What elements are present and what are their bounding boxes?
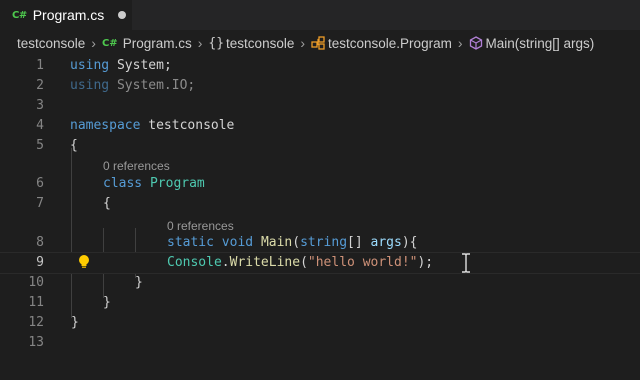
- method-icon: [469, 36, 483, 50]
- code-text: }: [103, 295, 111, 310]
- code-line[interactable]: 4 namespace testconsole: [0, 116, 640, 136]
- code-text: {: [103, 196, 111, 211]
- code-text: class Program: [103, 176, 205, 191]
- line-number: 2: [36, 78, 44, 93]
- tab-program-cs[interactable]: C# Program.cs: [0, 0, 132, 30]
- code-line[interactable]: 6 class Program: [0, 174, 640, 194]
- breadcrumb-separator: ›: [300, 35, 306, 51]
- code-line[interactable]: 13: [0, 333, 640, 353]
- namespace-icon: {}: [208, 35, 225, 51]
- class-icon: [311, 36, 325, 50]
- code-line[interactable]: 12 }: [0, 313, 640, 333]
- breadcrumb: testconsole › C# Program.cs › {} testcon…: [0, 30, 640, 56]
- line-number: 9: [36, 255, 44, 270]
- code-text: }: [135, 275, 143, 290]
- line-number: 4: [36, 118, 44, 133]
- lightbulb-icon[interactable]: [77, 254, 91, 270]
- code-text: Console.WriteLine("hello world!");: [167, 255, 434, 270]
- code-line[interactable]: 1 using System;: [0, 56, 640, 76]
- breadcrumb-item-namespace[interactable]: testconsole: [226, 36, 294, 51]
- breadcrumb-separator: ›: [197, 35, 203, 51]
- line-number: 8: [36, 235, 44, 250]
- code-line[interactable]: 8 static void Main(string[] args){: [0, 233, 640, 253]
- tab-label: Program.cs: [32, 7, 105, 23]
- csharp-file-icon: C#: [12, 9, 27, 21]
- code-line[interactable]: 7 {: [0, 194, 640, 214]
- breadcrumb-item-method[interactable]: Main(string[] args): [486, 36, 595, 51]
- code-line[interactable]: 2 using System.IO;: [0, 76, 640, 96]
- code-line[interactable]: 11 }: [0, 293, 640, 313]
- breadcrumb-item-folder[interactable]: testconsole: [17, 36, 85, 51]
- code-text: static void Main(string[] args){: [167, 235, 418, 250]
- code-text: using System.IO;: [70, 78, 196, 93]
- line-number: 5: [36, 138, 44, 153]
- line-number: 13: [28, 335, 44, 350]
- text-cursor-icon: [460, 253, 472, 273]
- codelens-references[interactable]: 0 references: [103, 157, 170, 175]
- line-number: 11: [28, 295, 44, 310]
- line-number: 6: [36, 176, 44, 191]
- code-line[interactable]: 10 }: [0, 273, 640, 293]
- code-line[interactable]: 3: [0, 96, 640, 116]
- breadcrumb-separator: ›: [457, 35, 463, 51]
- breadcrumb-separator: ›: [91, 35, 96, 51]
- breadcrumb-item-file[interactable]: Program.cs: [123, 36, 192, 51]
- code-text: {: [70, 138, 78, 153]
- code-editor[interactable]: 1 using System; 2 using System.IO; 3 4 n…: [0, 56, 640, 380]
- code-text: }: [71, 315, 79, 330]
- unsaved-dot-icon[interactable]: [118, 11, 127, 19]
- csharp-file-icon: C#: [101, 37, 118, 49]
- code-text: using System;: [70, 58, 172, 73]
- line-number: 7: [36, 196, 44, 211]
- line-number: 1: [36, 58, 44, 73]
- code-text: namespace testconsole: [70, 118, 235, 133]
- breadcrumb-item-class[interactable]: testconsole.Program: [328, 36, 452, 51]
- tab-bar: C# Program.cs: [0, 0, 640, 30]
- code-line[interactable]: 5 {: [0, 136, 640, 156]
- code-line-current[interactable]: 9 Console.WriteLine("hello world!");: [0, 252, 640, 274]
- line-number: 10: [28, 275, 44, 290]
- line-number: 3: [36, 98, 44, 113]
- line-number: 12: [28, 315, 44, 330]
